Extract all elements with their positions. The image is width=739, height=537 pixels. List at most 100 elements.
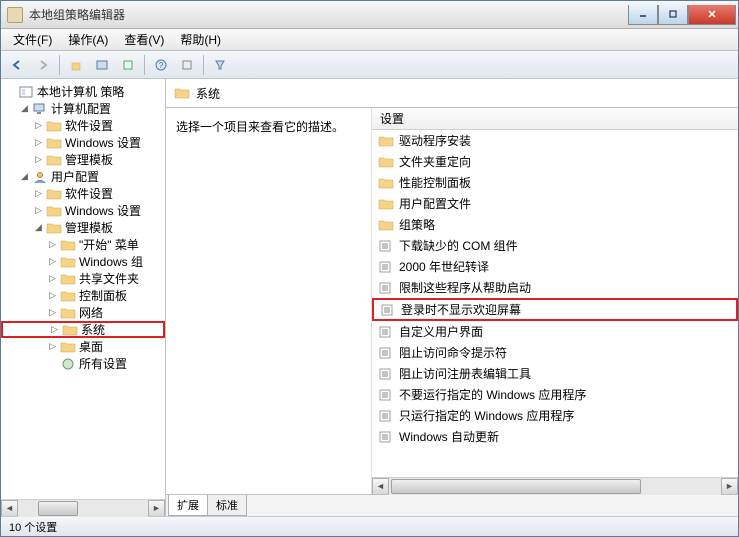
list-setting-5[interactable]: 阻止访问命令提示符 (372, 342, 738, 363)
folder-icon (46, 153, 62, 167)
tab-extended[interactable]: 扩展 (168, 495, 208, 516)
tree-user-child-0[interactable]: ▷软件设置 (1, 185, 165, 202)
list-setting-1[interactable]: 2000 年世纪转译 (372, 256, 738, 277)
list-label: 驱动程序安装 (399, 132, 471, 149)
toggle-icon[interactable]: ▷ (49, 324, 60, 335)
menu-view[interactable]: 查看(V) (116, 29, 172, 50)
toggle-icon[interactable]: ▷ (47, 341, 58, 352)
tree-admin-child-6[interactable]: ▷桌面 (1, 338, 165, 355)
scroll-right-button[interactable]: ► (721, 478, 738, 495)
tree-admin-templates[interactable]: ◢管理模板 (1, 219, 165, 236)
folder-icon (46, 221, 62, 235)
tree-admin-child-1[interactable]: ▷ Windows 组 (1, 253, 165, 270)
scroll-left-button[interactable]: ◄ (1, 500, 18, 517)
menu-file[interactable]: 文件(F) (5, 29, 60, 50)
up-button[interactable] (64, 54, 88, 76)
tree-user-config[interactable]: ◢用户配置 (1, 168, 165, 185)
help-button[interactable]: ? (149, 54, 173, 76)
tab-standard[interactable]: 标准 (207, 495, 247, 516)
list-label: 文件夹重定向 (399, 153, 471, 170)
minimize-button[interactable] (628, 5, 658, 25)
window-title: 本地组策略编辑器 (29, 6, 628, 23)
scroll-track[interactable] (389, 478, 721, 495)
setting-icon (378, 367, 394, 381)
tree-pane: 本地计算机 策略◢计算机配置 ▷ 软件设置 ▷ Windows 设置 ▷管理模板◢用户配置… (1, 79, 166, 516)
content-area: 本地计算机 策略◢计算机配置▷软件设置▷Windows 设置▷管理模板◢用户配置… (1, 79, 738, 516)
tree-scrollbar[interactable]: ◄ ► (1, 499, 165, 516)
list-folder-1[interactable]: 文件夹重定向 (372, 151, 738, 172)
tree-label: 系统 (81, 321, 105, 338)
scroll-track[interactable] (18, 500, 148, 517)
separator (144, 55, 145, 75)
toggle-icon[interactable]: ▷ (33, 188, 44, 199)
close-button[interactable] (688, 5, 736, 25)
toggle-icon[interactable]: ▷ (33, 137, 44, 148)
folder-icon (60, 238, 76, 252)
toggle-icon[interactable]: ◢ (19, 103, 30, 114)
toggle-icon[interactable] (47, 358, 58, 369)
folder-icon (60, 255, 76, 269)
tree-admin-child-0[interactable]: ▷ "开始" 菜单 (1, 236, 165, 253)
tree-label: Windows 组 (79, 253, 143, 270)
tree-computer-config[interactable]: ◢计算机配置 (1, 100, 165, 117)
scroll-thumb[interactable] (38, 501, 78, 516)
tree-admin-child-3[interactable]: ▷ 控制面板 (1, 287, 165, 304)
list-setting-4[interactable]: 自定义用户界面 (372, 321, 738, 342)
list-setting-6[interactable]: 阻止访问注册表编辑工具 (372, 363, 738, 384)
tree-label: 控制面板 (79, 287, 127, 304)
toggle-icon[interactable]: ▷ (33, 205, 44, 216)
list-label: 2000 年世纪转译 (399, 258, 489, 275)
toggle-icon[interactable]: ◢ (19, 171, 30, 182)
list-folder-4[interactable]: 组策略 (372, 214, 738, 235)
tree-user-child-1[interactable]: ▷ Windows 设置 (1, 202, 165, 219)
folder-icon (378, 176, 394, 190)
list-setting-8[interactable]: 只运行指定的 Windows 应用程序 (372, 405, 738, 426)
tree-computer-child-2[interactable]: ▷管理模板 (1, 151, 165, 168)
toggle-icon[interactable]: ▷ (47, 290, 58, 301)
tree-label: Windows 设置 (65, 202, 141, 219)
tree-label: 软件设置 (65, 117, 113, 134)
menu-action[interactable]: 操作(A) (60, 29, 116, 50)
tree-admin-child-7[interactable]: 所有设置 (1, 355, 165, 372)
list-folder-0[interactable]: 驱动程序安装 (372, 130, 738, 151)
maximize-button[interactable] (658, 5, 688, 25)
list-scrollbar[interactable]: ◄ ► (372, 477, 738, 494)
tree-admin-child-5[interactable]: ▷ 系统 (1, 321, 165, 338)
toggle-icon[interactable]: ◢ (33, 222, 44, 233)
back-button[interactable] (5, 54, 29, 76)
properties-button[interactable] (175, 54, 199, 76)
toggle-icon[interactable] (5, 86, 16, 97)
list-setting-2[interactable]: 限制这些程序从帮助启动 (372, 277, 738, 298)
show-hide-button[interactable] (90, 54, 114, 76)
tree-admin-child-2[interactable]: ▷共享文件夹 (1, 270, 165, 287)
toggle-icon[interactable]: ▷ (47, 256, 58, 267)
list-header[interactable]: 设置 (372, 108, 738, 130)
tree-root[interactable]: 本地计算机 策略 (1, 83, 165, 100)
filter-button[interactable] (208, 54, 232, 76)
tree-computer-child-1[interactable]: ▷Windows 设置 (1, 134, 165, 151)
toggle-icon[interactable]: ▷ (33, 120, 44, 131)
list-folder-2[interactable]: 性能控制面板 (372, 172, 738, 193)
tree-computer-child-0[interactable]: ▷ 软件设置 (1, 117, 165, 134)
separator (59, 55, 60, 75)
tree-label: "开始" 菜单 (79, 236, 139, 253)
scroll-left-button[interactable]: ◄ (372, 478, 389, 495)
list-setting-0[interactable]: 下载缺少的 COM 组件 (372, 235, 738, 256)
toggle-icon[interactable]: ▷ (47, 307, 58, 318)
tree-admin-child-4[interactable]: ▷网络 (1, 304, 165, 321)
scroll-right-button[interactable]: ► (148, 500, 165, 517)
scroll-thumb[interactable] (391, 479, 641, 494)
menu-help[interactable]: 帮助(H) (172, 29, 229, 50)
toggle-icon[interactable]: ▷ (33, 154, 44, 165)
list-setting-3[interactable]: 登录时不显示欢迎屏幕 (372, 298, 738, 321)
toggle-icon[interactable]: ▷ (47, 273, 58, 284)
list-setting-9[interactable]: Windows 自动更新 (372, 426, 738, 447)
folder-icon (378, 155, 394, 169)
list-setting-7[interactable]: 不要运行指定的 Windows 应用程序 (372, 384, 738, 405)
folder-icon (46, 119, 62, 133)
toggle-icon[interactable]: ▷ (47, 239, 58, 250)
setting-icon (378, 409, 394, 423)
list-folder-3[interactable]: 用户配置文件 (372, 193, 738, 214)
list-label: 不要运行指定的 Windows 应用程序 (399, 386, 586, 403)
export-button[interactable] (116, 54, 140, 76)
